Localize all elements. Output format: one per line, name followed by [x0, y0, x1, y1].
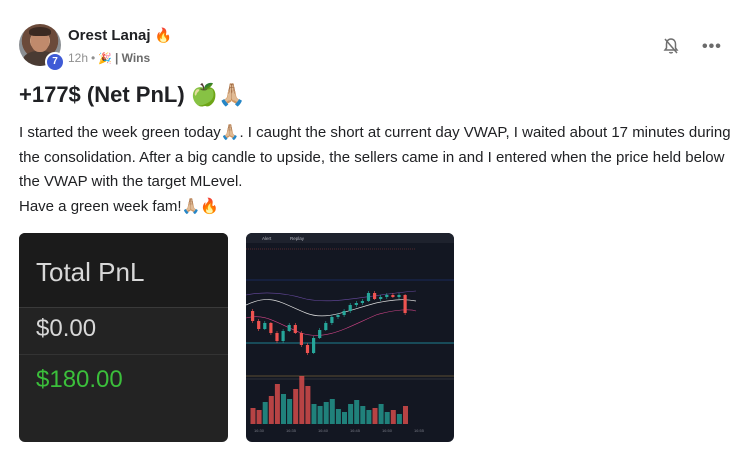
- volume-bar: [274, 384, 280, 424]
- bell-off-icon[interactable]: [663, 37, 679, 55]
- post-title: +177$ (Net PnL) 🍏🙏🏼: [19, 82, 246, 107]
- candle-body: [336, 315, 340, 317]
- candle-body: [269, 323, 273, 333]
- chart-toolbar: [246, 233, 454, 243]
- candle-body: [251, 311, 255, 321]
- volume-bar: [323, 402, 329, 424]
- candle-body: [318, 330, 322, 338]
- volume-bar: [262, 402, 268, 424]
- volume-bar: [311, 404, 317, 424]
- volume-bar: [250, 408, 256, 424]
- volume-bar: [329, 399, 335, 424]
- time-label: 16:50: [382, 428, 393, 433]
- volume-bar: [372, 408, 378, 424]
- time-label: 16:45: [350, 428, 361, 433]
- volume-bar: [396, 414, 402, 424]
- pnl-label: Total PnL: [36, 257, 145, 287]
- volume-bar: [366, 410, 372, 424]
- post-body-line: I started the week green today🙏🏼. I caug…: [19, 124, 731, 190]
- candle-body: [385, 295, 389, 297]
- candle-body: [397, 295, 401, 297]
- level-badge: 7: [45, 52, 65, 72]
- candle-body: [324, 323, 328, 330]
- volume-bar: [403, 406, 408, 424]
- toolbar-alert: Alert: [262, 236, 272, 241]
- more-options-icon[interactable]: •••: [702, 38, 722, 56]
- candle-body: [373, 293, 377, 299]
- candle-body: [342, 311, 346, 315]
- party-popper-icon: 🎉: [98, 52, 112, 65]
- candle-body: [354, 303, 358, 305]
- candle-body: [403, 295, 407, 313]
- volume-bar: [342, 412, 347, 424]
- author-name-text: Orest Lanaj: [68, 27, 151, 44]
- pnl-divider: [19, 354, 228, 355]
- volume-bar: [390, 410, 396, 424]
- post-category[interactable]: | Wins: [115, 51, 150, 65]
- candle-body: [275, 333, 279, 341]
- time-axis: 16:30 16:35 16:40 16:45 16:50 16:55: [254, 428, 425, 433]
- candle-body: [257, 321, 261, 329]
- candle-body: [379, 297, 383, 299]
- candle-body: [281, 331, 285, 341]
- candle-body: [391, 295, 395, 297]
- candle-body: [348, 305, 352, 311]
- author-name[interactable]: Orest Lanaj 🔥: [68, 27, 172, 44]
- candlestick-chart: Alert Replay 16:30 16:35 16:40 16:45 16:50 16…: [246, 233, 454, 433]
- candle-body: [312, 338, 316, 353]
- volume-bar: [335, 409, 341, 424]
- sma-line: [246, 290, 417, 302]
- post-body-line: Have a green week fam!🙏🏼🔥: [19, 197, 219, 215]
- volume-bar: [378, 404, 384, 424]
- candle-body: [305, 345, 310, 353]
- pnl-value-zero: $0.00: [36, 315, 97, 342]
- volume-bar: [293, 389, 299, 424]
- post-time[interactable]: 12h: [68, 51, 88, 65]
- candle-body: [330, 317, 334, 323]
- volume-bar: [287, 399, 293, 424]
- candle-body: [360, 301, 364, 303]
- post-body: I started the week green today🙏🏼. I caug…: [19, 121, 744, 219]
- volume-bar: [360, 406, 366, 424]
- fire-icon: 🔥: [154, 27, 173, 43]
- pnl-screenshot[interactable]: Total PnL $0.00 $180.00: [19, 233, 228, 442]
- time-label: 16:55: [414, 428, 425, 433]
- time-label: 16:30: [254, 428, 265, 433]
- toolbar-replay: Replay: [290, 236, 305, 241]
- chart-screenshot[interactable]: Alert Replay 16:30 16:35 16:40 16:45 16:50 16…: [246, 233, 454, 442]
- time-label: 16:40: [318, 428, 329, 433]
- volume-bar: [299, 376, 305, 424]
- candle-body: [299, 333, 303, 345]
- volume-bar: [354, 400, 360, 424]
- candle-body: [366, 293, 371, 301]
- candle-body: [287, 325, 291, 331]
- vwap-line: [246, 299, 417, 317]
- volume-bar: [256, 410, 262, 424]
- volume-group: [250, 376, 408, 424]
- volume-bar: [384, 412, 390, 424]
- meta-dot: •: [91, 51, 96, 65]
- volume-bar: [268, 396, 274, 424]
- volume-bar: [348, 404, 354, 424]
- post-meta: 12h • 🎉 | Wins: [68, 51, 150, 65]
- time-label: 16:35: [286, 428, 297, 433]
- pnl-value-total: $180.00: [36, 366, 123, 393]
- candle-body: [263, 323, 267, 329]
- volume-bar: [281, 394, 286, 424]
- avatar-hair: [29, 27, 51, 36]
- candle-body: [293, 325, 297, 333]
- volume-bar: [317, 406, 323, 424]
- volume-bar: [305, 386, 311, 424]
